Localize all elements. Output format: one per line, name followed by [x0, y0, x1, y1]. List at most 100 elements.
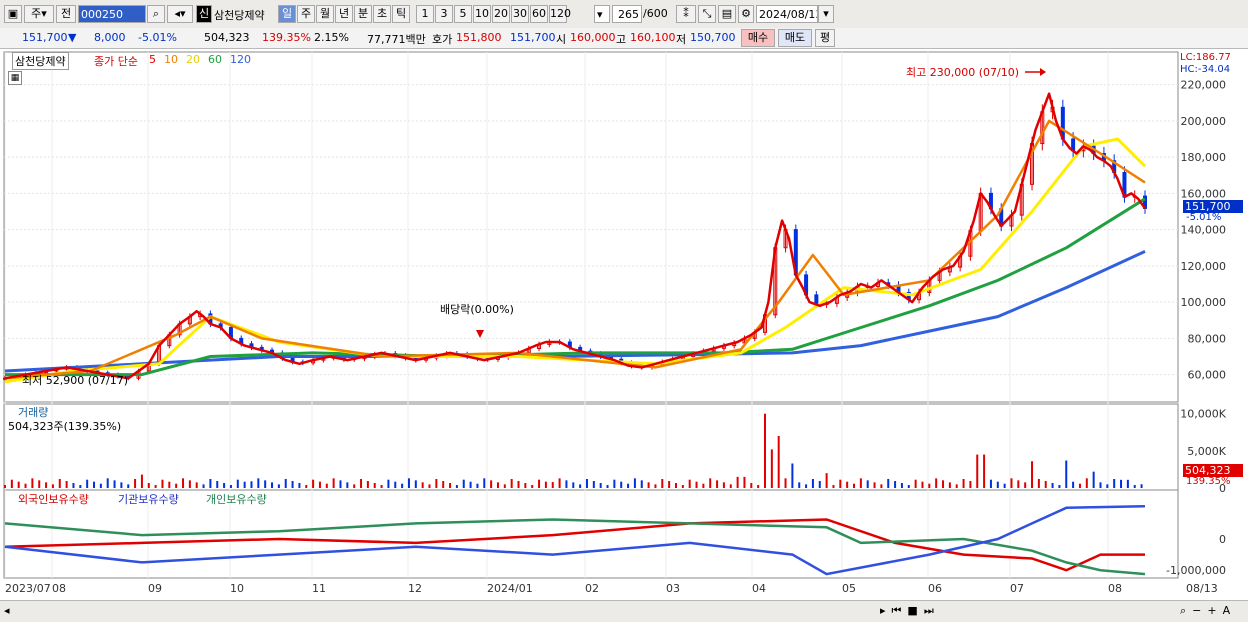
volume-bar: [353, 484, 356, 488]
volume-bar: [414, 480, 417, 488]
volume-bar: [791, 463, 794, 488]
volume-bar: [202, 484, 205, 488]
volume-bar: [1051, 483, 1054, 488]
tab-period-6[interactable]: 틱: [392, 5, 410, 23]
sell-button[interactable]: 매도: [778, 29, 812, 47]
window-icon[interactable]: ▣: [4, 5, 22, 23]
tab-period-0[interactable]: 일: [278, 5, 296, 23]
date-input[interactable]: 2024/08/13: [756, 5, 818, 23]
volume-bar: [565, 480, 568, 488]
volume-bar: [93, 481, 96, 488]
search-icon[interactable]: ⌕: [147, 5, 165, 23]
tool-icon[interactable]: ⁑: [676, 5, 696, 23]
volume-bar: [86, 479, 89, 488]
tab-period-3[interactable]: 년: [335, 5, 353, 23]
volume-bar: [360, 479, 363, 488]
ma-10-legend: 10: [164, 53, 178, 66]
tab-period-1[interactable]: 주: [297, 5, 315, 23]
tab-interval-20[interactable]: 20: [492, 5, 510, 23]
speaker-icon[interactable]: ◂▾: [167, 5, 193, 23]
volume-bar: [1003, 483, 1006, 488]
volume-bar: [818, 481, 821, 488]
x-tick-label: 10: [230, 582, 244, 595]
x-tick-label: 05: [842, 582, 856, 595]
volume-bar: [1085, 478, 1088, 488]
volume-bar: [161, 479, 164, 488]
volume-bar: [462, 479, 465, 488]
save-icon[interactable]: ▤: [718, 5, 736, 23]
interval-dropdown[interactable]: ▾: [594, 5, 610, 23]
tab-period-2[interactable]: 월: [316, 5, 334, 23]
tab-interval-5[interactable]: 5: [454, 5, 472, 23]
down-arrow-icon: ▼: [68, 31, 77, 44]
tab-period-5[interactable]: 초: [373, 5, 391, 23]
volume-bar: [928, 483, 931, 488]
scroll-bar[interactable]: ◂ ▸⏮■⏭ ⌕−+A: [0, 600, 1248, 622]
quote-pct: -5.01%: [138, 31, 177, 44]
high-annotation: 최고 230,000 (07/10): [906, 66, 1020, 79]
volume-value: 504,323주(139.35%): [8, 420, 122, 433]
tab-interval-60[interactable]: 60: [530, 5, 548, 23]
volume-bar: [743, 476, 746, 488]
code-input[interactable]: 000250: [78, 5, 146, 23]
volume-bar: [777, 436, 780, 488]
volume-bar: [284, 479, 287, 488]
volume-bar: [1024, 482, 1027, 488]
x-tick-label: 08/13: [1186, 582, 1218, 595]
volume-bar: [332, 478, 335, 488]
market-select[interactable]: 주▾: [24, 5, 54, 23]
ma-60-legend: 60: [208, 53, 222, 66]
zoom-controls[interactable]: ⌕−+A: [1180, 604, 1236, 618]
volume-bar: [907, 485, 910, 488]
volume-bar: [1072, 481, 1075, 488]
volume-bar: [31, 478, 34, 488]
volume-bar: [1126, 479, 1129, 488]
volume-bar: [38, 480, 41, 488]
volume-bar: [79, 485, 82, 488]
volume-bar: [517, 481, 520, 488]
volume-bar: [914, 479, 917, 488]
volume-bar: [99, 483, 102, 488]
volume-bar: [428, 484, 431, 488]
volume-bar: [606, 485, 609, 488]
volume-bar: [435, 479, 438, 488]
volume-bar: [318, 481, 321, 488]
draw-icon[interactable]: ⤡: [698, 5, 716, 23]
volume-bar: [674, 483, 677, 488]
tab-interval-30[interactable]: 30: [511, 5, 529, 23]
volume-bar: [1120, 479, 1123, 488]
volume-bar: [770, 449, 773, 488]
tab-interval-10[interactable]: 10: [473, 5, 491, 23]
buy-button[interactable]: 매수: [741, 29, 775, 47]
count-input[interactable]: 265: [612, 5, 642, 23]
stock-label[interactable]: 삼천당제약: [12, 52, 69, 70]
volume-bar: [640, 480, 643, 488]
tab-interval-3[interactable]: 3: [435, 5, 453, 23]
volume-bar: [736, 476, 739, 488]
tab-period-4[interactable]: 분: [354, 5, 372, 23]
tab-interval-1[interactable]: 1: [416, 5, 434, 23]
volume-bar: [695, 481, 698, 488]
institution-legend: 기관보유수량: [118, 493, 179, 506]
eval-button[interactable]: 평: [815, 29, 835, 47]
tab-interval-120[interactable]: 120: [549, 5, 571, 23]
stock-chart[interactable]: 60,000 80,000 100,000 120,000 140,000 160,000…: [0, 48, 1248, 600]
volume-bar: [1078, 483, 1081, 488]
volume-bar: [524, 483, 527, 488]
gear-icon[interactable]: ⚙: [738, 5, 754, 23]
shin-badge[interactable]: 신: [196, 5, 212, 23]
calendar-icon[interactable]: ▾: [818, 5, 834, 23]
volume-bar: [764, 413, 766, 488]
volume-bar: [476, 483, 479, 488]
volume-bar: [551, 482, 554, 488]
calculator-icon[interactable]: ▦: [8, 71, 22, 85]
scroll-left-icon[interactable]: ◂: [4, 604, 10, 617]
volume-bar: [750, 483, 753, 488]
prev-button[interactable]: 전: [56, 5, 76, 23]
volume-bar: [585, 479, 588, 488]
playback-controls[interactable]: ▸⏮■⏭: [880, 604, 940, 618]
x-tick-label: 11: [312, 582, 326, 595]
volume-bar: [51, 484, 54, 488]
volume-bar: [572, 482, 575, 488]
volume-bar: [859, 478, 862, 488]
